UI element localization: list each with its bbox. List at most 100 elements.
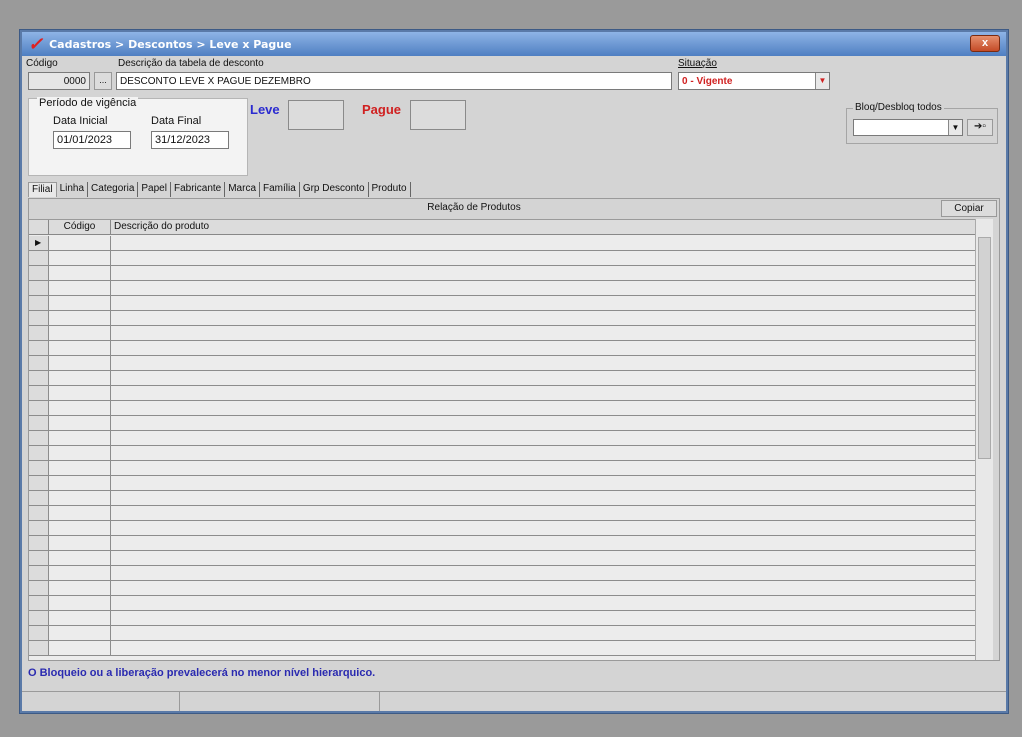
data-final-field[interactable]: 31/12/2023 [151, 131, 229, 149]
leve-field[interactable] [288, 100, 344, 130]
chevron-down-icon[interactable]: ▼ [948, 120, 962, 135]
table-row[interactable] [29, 401, 981, 416]
row-indicator [29, 401, 49, 415]
row-indicator [29, 581, 49, 595]
descricao-field[interactable]: DESCONTO LEVE X PAGUE DEZEMBRO [116, 72, 672, 90]
row-codigo-cell[interactable] [49, 266, 111, 280]
grid-col-descricao[interactable]: Descrição do produto [111, 220, 981, 235]
row-codigo-cell[interactable] [49, 641, 111, 655]
row-codigo-cell[interactable] [49, 446, 111, 460]
situacao-select[interactable]: 0 - Vigente ▼ [678, 72, 830, 90]
status-cell [22, 692, 180, 711]
produtos-grid[interactable]: Código Descrição do produto ▶ [29, 219, 981, 660]
table-row[interactable] [29, 296, 981, 311]
row-indicator [29, 281, 49, 295]
row-codigo-cell[interactable] [49, 356, 111, 370]
close-button[interactable]: x [970, 35, 1000, 52]
table-row[interactable]: ▶ [29, 236, 981, 251]
table-row[interactable] [29, 416, 981, 431]
row-codigo-cell[interactable] [49, 521, 111, 535]
tab-fabricante[interactable]: Fabricante [171, 182, 226, 197]
row-indicator [29, 311, 49, 325]
table-row[interactable] [29, 566, 981, 581]
table-row[interactable] [29, 626, 981, 641]
table-row[interactable] [29, 581, 981, 596]
table-row[interactable] [29, 641, 981, 656]
tab-grp-desconto[interactable]: Grp Desconto [300, 182, 369, 197]
tab-familia[interactable]: Família [260, 182, 300, 197]
tab-linha[interactable]: Linha [57, 182, 89, 197]
table-row[interactable] [29, 386, 981, 401]
main-window: ✓ Cadastros > Descontos > Leve x Pague x… [20, 30, 1008, 713]
table-row[interactable] [29, 521, 981, 536]
row-codigo-cell[interactable] [49, 581, 111, 595]
row-codigo-cell[interactable] [49, 611, 111, 625]
row-codigo-cell[interactable] [49, 281, 111, 295]
bloq-select[interactable]: ▼ [853, 119, 963, 136]
scrollbar-thumb[interactable] [978, 237, 991, 459]
row-codigo-cell[interactable] [49, 236, 111, 250]
table-row[interactable] [29, 596, 981, 611]
table-row[interactable] [29, 281, 981, 296]
row-codigo-cell[interactable] [49, 401, 111, 415]
row-codigo-cell[interactable] [49, 506, 111, 520]
status-cell [180, 692, 380, 711]
table-row[interactable] [29, 356, 981, 371]
row-indicator [29, 251, 49, 265]
row-codigo-cell[interactable] [49, 566, 111, 580]
title-bar[interactable]: ✓ Cadastros > Descontos > Leve x Pague x [22, 32, 1006, 56]
tab-marca[interactable]: Marca [225, 182, 261, 197]
row-codigo-cell[interactable] [49, 536, 111, 550]
table-row[interactable] [29, 446, 981, 461]
tab-produto[interactable]: Produto [369, 182, 411, 197]
row-codigo-cell[interactable] [49, 326, 111, 340]
tab-categoria[interactable]: Categoria [88, 182, 139, 197]
table-row[interactable] [29, 461, 981, 476]
table-row[interactable] [29, 611, 981, 626]
row-codigo-cell[interactable] [49, 626, 111, 640]
row-codigo-cell[interactable] [49, 371, 111, 385]
table-row[interactable] [29, 251, 981, 266]
codigo-field[interactable]: 0000 [28, 72, 90, 90]
table-row[interactable] [29, 311, 981, 326]
row-codigo-cell[interactable] [49, 311, 111, 325]
row-codigo-cell[interactable] [49, 596, 111, 610]
row-codigo-cell[interactable] [49, 386, 111, 400]
tab-bar: Filial Linha Categoria Papel Fabricante … [28, 182, 411, 198]
row-indicator [29, 416, 49, 430]
chevron-down-icon[interactable]: ▼ [815, 73, 829, 89]
grid-col-codigo[interactable]: Código [49, 220, 111, 235]
row-codigo-cell[interactable] [49, 551, 111, 565]
row-codigo-cell[interactable] [49, 251, 111, 265]
row-indicator [29, 611, 49, 625]
apply-bloq-button[interactable]: ➔▫ [967, 119, 993, 136]
codigo-lookup-button[interactable]: ... [94, 72, 112, 90]
table-row[interactable] [29, 326, 981, 341]
row-indicator [29, 641, 49, 655]
table-row[interactable] [29, 371, 981, 386]
table-row[interactable] [29, 476, 981, 491]
table-row[interactable] [29, 491, 981, 506]
row-codigo-cell[interactable] [49, 416, 111, 430]
table-row[interactable] [29, 536, 981, 551]
grid-indicator-header [29, 220, 49, 235]
table-row[interactable] [29, 551, 981, 566]
table-row[interactable] [29, 431, 981, 446]
tab-filial[interactable]: Filial [28, 182, 57, 197]
table-row[interactable] [29, 506, 981, 521]
row-codigo-cell[interactable] [49, 296, 111, 310]
table-row[interactable] [29, 341, 981, 356]
descricao-label: Descrição da tabela de desconto [118, 58, 264, 69]
table-row[interactable] [29, 266, 981, 281]
row-codigo-cell[interactable] [49, 491, 111, 505]
row-codigo-cell[interactable] [49, 476, 111, 490]
pague-field[interactable] [410, 100, 466, 130]
data-inicial-field[interactable]: 01/01/2023 [53, 131, 131, 149]
vertical-scrollbar[interactable] [975, 219, 993, 660]
row-codigo-cell[interactable] [49, 461, 111, 475]
copiar-button[interactable]: Copiar [941, 200, 997, 217]
row-codigo-cell[interactable] [49, 431, 111, 445]
situacao-value: 0 - Vigente [682, 76, 733, 87]
tab-papel[interactable]: Papel [138, 182, 171, 197]
row-codigo-cell[interactable] [49, 341, 111, 355]
